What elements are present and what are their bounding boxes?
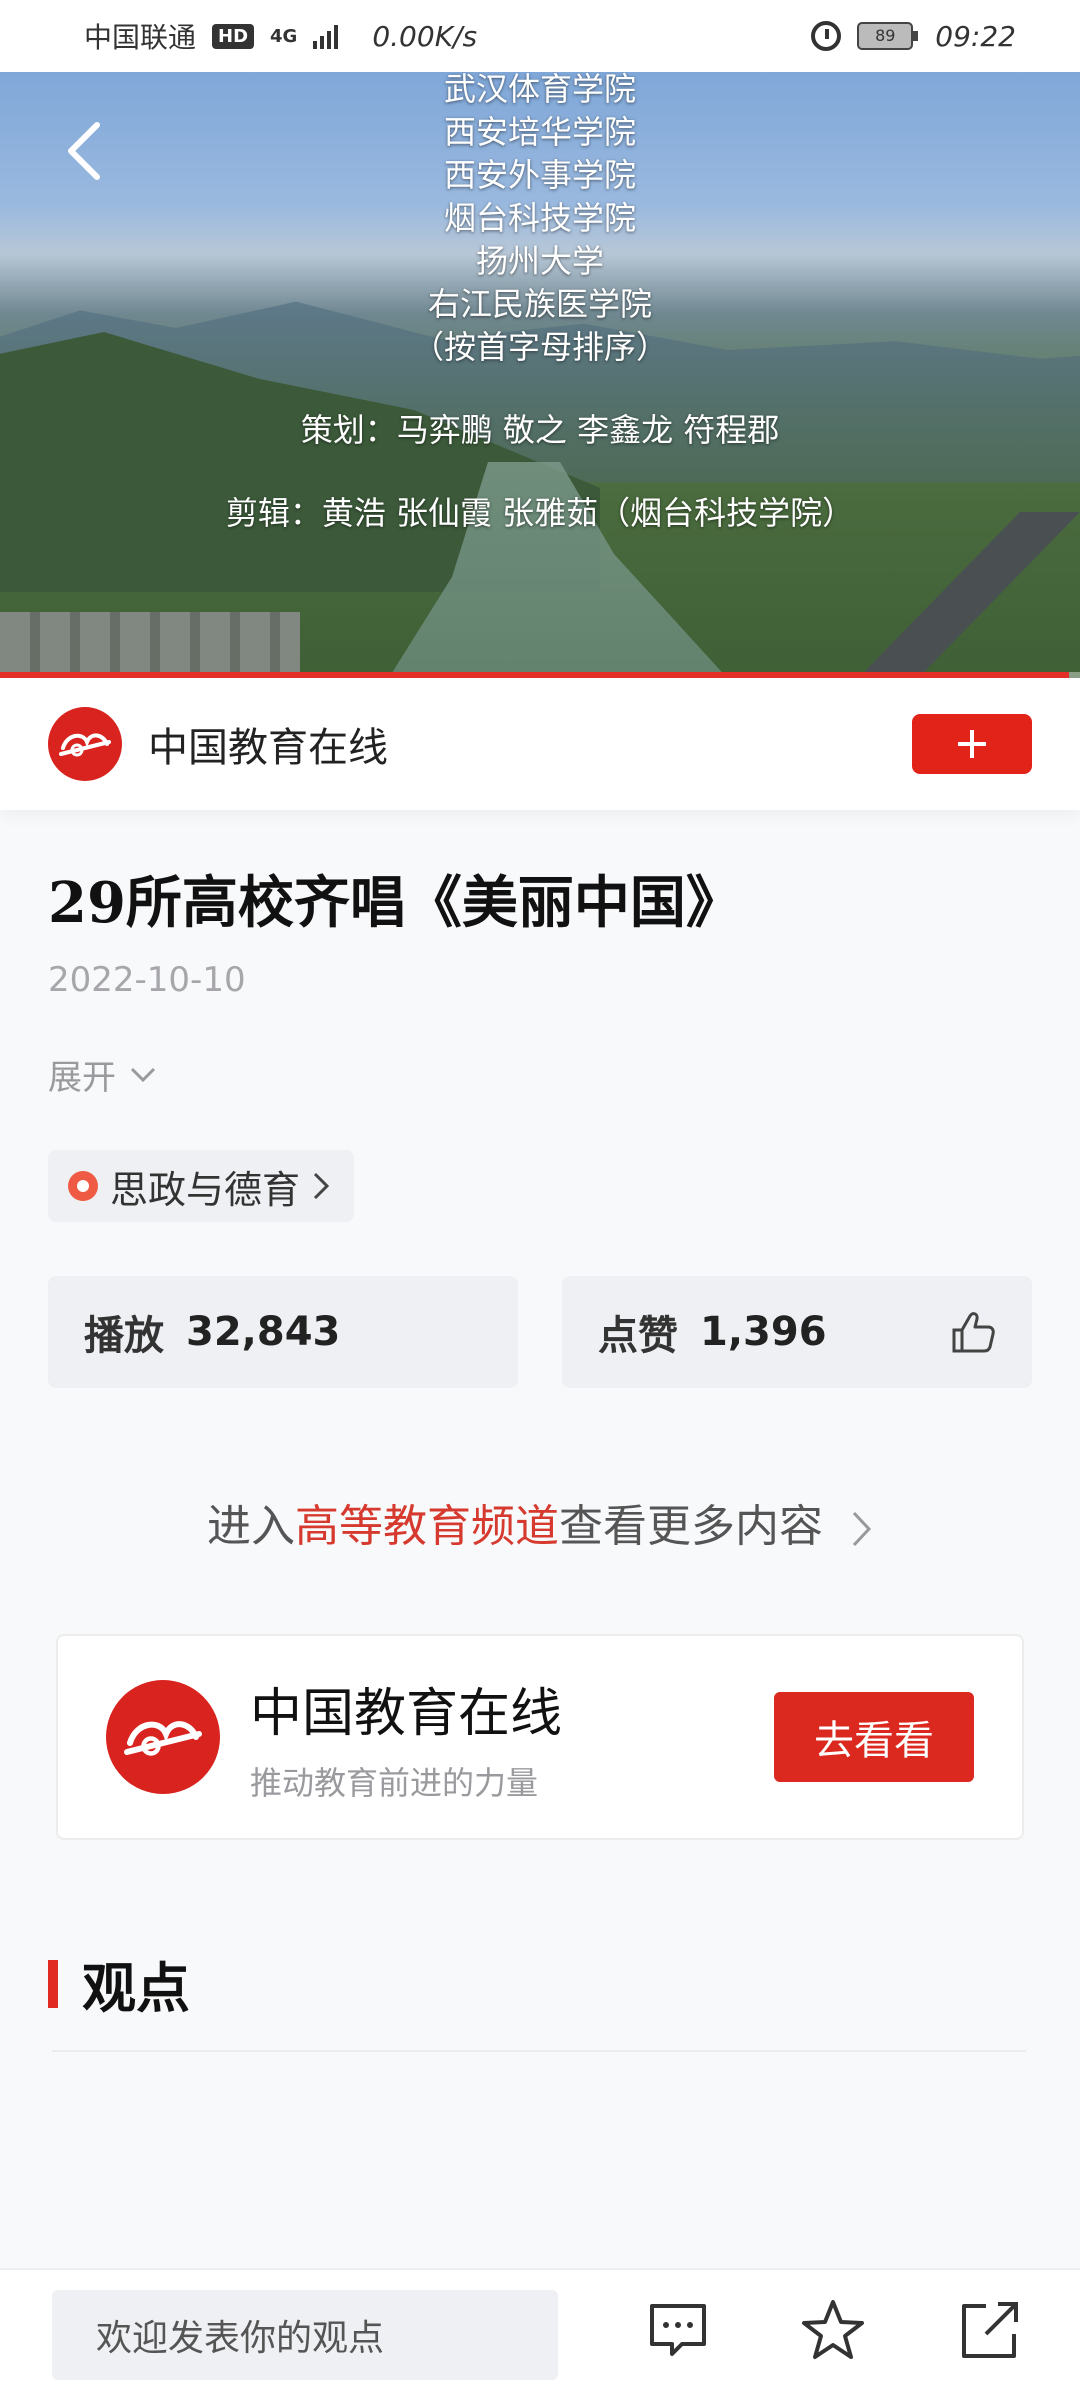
divider <box>52 2050 1026 2052</box>
credit-line: 西安外事学院 <box>443 156 636 194</box>
signal-icon <box>313 23 339 49</box>
promo-subtitle: 推动教育前进的力量 <box>250 1763 539 1802</box>
article-date: 2022-10-10 <box>48 960 246 1000</box>
expand-toggle[interactable]: 展开 <box>48 1050 156 1099</box>
bottom-bar: 欢迎发表你的观点 <box>0 2268 1080 2400</box>
topic-tag[interactable]: 思政与德育 <box>48 1150 355 1222</box>
share-icon[interactable] <box>958 2298 1022 2362</box>
topic-label: 思政与德育 <box>110 1167 301 1212</box>
publisher-logo[interactable] <box>48 707 122 781</box>
promo-card: 中国教育在线 推动教育前进的力量 去看看 <box>56 1634 1024 1840</box>
credit-line: 西安培华学院 <box>443 113 636 151</box>
status-right: 89 09:22 <box>811 20 1016 53</box>
promo-title: 中国教育在线 <box>250 1683 563 1744</box>
chevron-down-icon <box>130 1067 156 1082</box>
like-count-box[interactable]: 点赞 1,396 <box>562 1276 1032 1388</box>
play-count-box: 播放 32,843 <box>48 1276 518 1388</box>
eol-logo-icon <box>59 733 111 757</box>
battery-icon: 89 <box>857 22 919 50</box>
follow-button[interactable] <box>912 714 1032 774</box>
channel-link-highlight: 高等教育频道 <box>295 1501 559 1552</box>
section-accent-bar <box>48 1959 58 2008</box>
promo-text: 中国教育在线 推动教育前进的力量 <box>250 1671 562 1804</box>
clock: 09:22 <box>935 19 1016 53</box>
status-left: 中国联通 HD 4G 0.00K/s <box>84 16 477 56</box>
play-count: 32,843 <box>186 1309 341 1355</box>
credit-line: （按首字母排序） <box>411 328 668 366</box>
go-see-button[interactable]: 去看看 <box>774 1692 974 1782</box>
credit-line: 武汉体育学院 <box>443 72 636 108</box>
channel-link-prefix: 进入 <box>207 1501 295 1552</box>
network-speed: 0.00K/s <box>372 19 478 53</box>
comment-icon[interactable] <box>646 2298 710 2362</box>
chevron-left-icon <box>68 122 100 180</box>
star-icon[interactable] <box>800 2298 866 2362</box>
channel-link-suffix: 查看更多内容 <box>559 1501 823 1552</box>
thumbs-up-icon[interactable] <box>950 1310 996 1354</box>
hd-badge: HD <box>212 23 255 49</box>
credit-line: 右江民族医学院 <box>427 285 652 323</box>
comment-input[interactable]: 欢迎发表你的观点 <box>52 2290 558 2380</box>
video-credits: 武汉体育学院 西安培华学院 西安外事学院 烟台科技学院 扬州大学 右江民族医学院… <box>0 72 1080 535</box>
expand-label: 展开 <box>48 1058 116 1098</box>
alarm-icon <box>811 21 842 51</box>
plus-icon <box>958 730 986 758</box>
like-count: 1,396 <box>700 1309 827 1355</box>
eol-logo-icon <box>124 1721 202 1756</box>
back-button[interactable] <box>58 116 108 186</box>
video-scenery <box>825 512 1080 678</box>
like-label: 点赞 <box>598 1313 678 1359</box>
article-title: 29所高校齐唱《美丽中国》 <box>48 870 742 936</box>
network-type: 4G <box>270 25 298 47</box>
publisher-row: 中国教育在线 <box>0 678 1080 810</box>
credit-planning: 策划：马弈鹏 敬之 李鑫龙 符程郡 <box>300 411 780 449</box>
section-title: 观点 <box>82 1956 190 2020</box>
play-label: 播放 <box>84 1313 164 1359</box>
carrier-label: 中国联通 <box>84 21 197 54</box>
section-header: 观点 <box>48 1944 190 2023</box>
publisher-name[interactable]: 中国教育在线 <box>148 715 388 773</box>
topic-icon <box>68 1171 98 1201</box>
channel-link[interactable]: 进入高等教育频道查看更多内容 <box>0 1490 1080 1554</box>
credit-editing: 剪辑：黄浩 张仙霞 张雅茹（烟台科技学院） <box>225 494 855 532</box>
chevron-right-icon <box>852 1511 872 1547</box>
status-bar: 中国联通 HD 4G 0.00K/s 89 09:22 <box>0 0 1080 72</box>
chevron-right-icon <box>313 1172 330 1200</box>
video-scenery <box>0 612 300 678</box>
credit-line: 扬州大学 <box>475 242 604 280</box>
video-player[interactable]: 武汉体育学院 西安培华学院 西安外事学院 烟台科技学院 扬州大学 右江民族医学院… <box>0 72 1080 678</box>
promo-logo <box>106 1680 220 1794</box>
credit-line: 烟台科技学院 <box>443 199 636 237</box>
